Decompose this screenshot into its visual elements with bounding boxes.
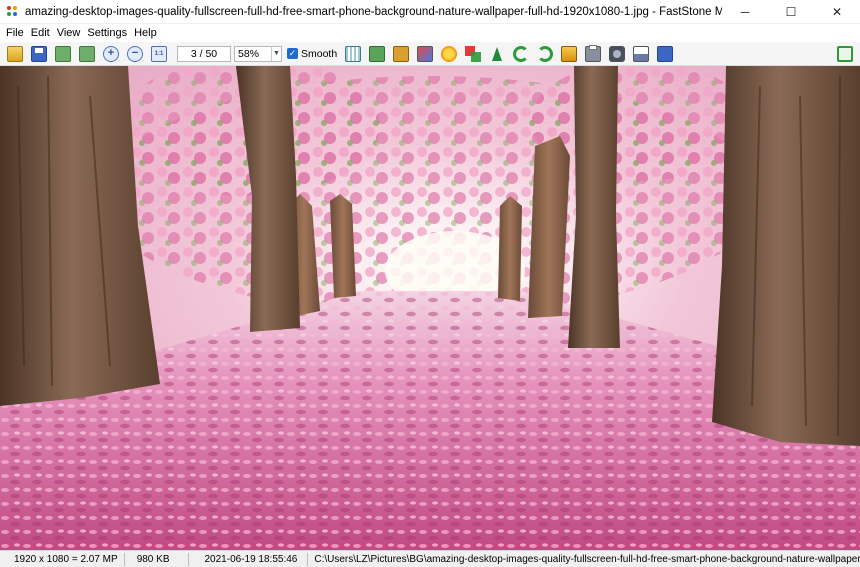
crop-icon[interactable]: [393, 45, 410, 62]
image-viewport[interactable]: [0, 66, 860, 550]
smooth-label: Smooth: [301, 47, 338, 60]
chevron-down-icon[interactable]: ▼: [271, 46, 281, 61]
page-indicator[interactable]: 3 / 50: [177, 45, 231, 62]
status-file-path: C:\Users\LZ\Pictures\BG\amazing-desktop-…: [314, 553, 860, 565]
menu-edit[interactable]: Edit: [29, 27, 55, 39]
smooth-toggle[interactable]: ✓ Smooth: [287, 48, 337, 60]
rotate-left-icon[interactable]: [513, 45, 530, 62]
rotate-right-icon[interactable]: [537, 45, 554, 62]
photo-blossom-avenue: [0, 66, 860, 550]
menu-help[interactable]: Help: [132, 27, 162, 39]
smooth-checkbox[interactable]: ✓: [287, 48, 298, 59]
adjust-colors-icon[interactable]: [417, 45, 434, 62]
color-balance-icon[interactable]: [465, 45, 482, 62]
scanner-icon[interactable]: [633, 45, 650, 62]
camera-icon[interactable]: [609, 45, 626, 62]
toolbar: + − 1:1 3 / 50 58% ▼ ✓ Smooth: [0, 42, 860, 66]
window-title: amazing-desktop-images-quality-fullscree…: [25, 5, 722, 18]
title-bar: amazing-desktop-images-quality-fullscree…: [0, 0, 860, 24]
save-icon[interactable]: [31, 45, 47, 62]
status-file-size: 980 KB: [125, 552, 189, 566]
menu-bar: File Edit View Settings Help: [0, 24, 860, 42]
close-button[interactable]: ✕: [814, 0, 860, 24]
fit-window-icon[interactable]: [345, 45, 362, 62]
zoom-out-icon[interactable]: −: [127, 45, 143, 62]
resize-icon[interactable]: [369, 45, 386, 62]
last-image-icon[interactable]: [79, 45, 95, 62]
menu-settings[interactable]: Settings: [85, 27, 132, 39]
actual-size-icon[interactable]: 1:1: [151, 45, 167, 62]
zoom-select[interactable]: 58% ▼: [234, 45, 282, 62]
first-image-icon[interactable]: [55, 45, 71, 62]
print-icon[interactable]: [585, 44, 602, 62]
status-bar: 1920 x 1080 = 2.07 MP 980 KB 2021-06-19 …: [0, 550, 860, 567]
app-logo-icon: [7, 5, 19, 18]
zoom-in-icon[interactable]: +: [103, 45, 119, 62]
minimize-button[interactable]: ─: [722, 0, 768, 24]
status-dimensions: 1920 x 1080 = 2.07 MP: [0, 552, 125, 566]
maximize-button[interactable]: ☐: [768, 0, 814, 24]
status-date: 2021-06-19 18:55:46: [189, 552, 309, 566]
menu-view[interactable]: View: [55, 27, 86, 39]
fullscreen-icon[interactable]: [837, 45, 853, 62]
open-folder-icon[interactable]: [7, 45, 23, 62]
wallpaper-icon[interactable]: [561, 45, 578, 62]
brightness-icon[interactable]: [441, 45, 458, 62]
zoom-value: 58%: [238, 47, 260, 60]
sharpen-icon[interactable]: [489, 46, 505, 62]
menu-file[interactable]: File: [4, 27, 29, 39]
settings-icon[interactable]: [657, 45, 674, 62]
